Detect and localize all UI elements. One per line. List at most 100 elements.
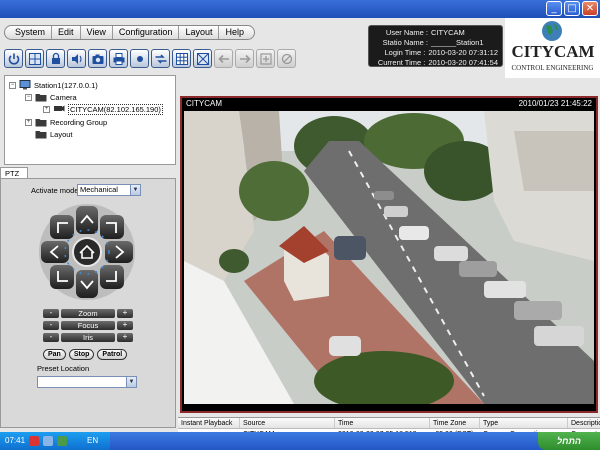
video-header: CITYCAM 2010/01/23 21:45:22 <box>182 98 596 110</box>
iris-minus-button[interactable]: - <box>43 332 59 342</box>
menu-view[interactable]: View <box>81 26 113 39</box>
pan-up-button[interactable] <box>76 206 98 234</box>
close-button[interactable]: ✕ <box>582 1 598 16</box>
speaker-icon <box>71 53 82 64</box>
back-button[interactable] <box>214 49 233 68</box>
iris-label: Iris <box>61 332 115 342</box>
minimize-button[interactable]: _ <box>546 1 562 16</box>
column-time[interactable]: Time <box>335 418 430 428</box>
preset-location-select[interactable]: ▼ <box>37 376 137 388</box>
menu-system[interactable]: System <box>9 26 53 39</box>
collapse-toggle-icon[interactable]: − <box>9 81 16 89</box>
forward-arrow-icon <box>239 54 251 63</box>
video-timestamp: 2010/01/23 21:45:22 <box>518 99 592 108</box>
tree-camera-group[interactable]: − Camera <box>25 91 77 103</box>
ptz-direction-pad <box>38 203 136 301</box>
forward-button[interactable] <box>235 49 254 68</box>
camera-icon <box>92 54 103 64</box>
column-description[interactable]: Description <box>568 418 600 428</box>
ptz-mode-buttons: Pan Stop Patrol <box>43 349 128 360</box>
iris-plus-button[interactable]: + <box>117 332 133 342</box>
back-arrow-icon <box>217 54 229 63</box>
export-button[interactable] <box>256 49 275 68</box>
stop-all-button[interactable] <box>277 49 296 68</box>
tree-camera-item[interactable]: + CITYCAM(82.102.165.190) <box>43 103 163 115</box>
window-title-bar: _ □ ✕ <box>0 0 600 18</box>
device-tree: − Station1(127.0.0.1) − Camera + CITYCAM… <box>4 75 176 165</box>
print-button[interactable] <box>109 49 128 68</box>
column-time-zone[interactable]: Time Zone <box>430 418 480 428</box>
folder-icon <box>35 119 47 127</box>
disabled-export-icon <box>259 52 272 65</box>
column-instant-playback[interactable]: Instant Playback <box>178 418 240 428</box>
grid-view-button[interactable] <box>25 49 44 68</box>
activate-mode-select[interactable]: Mechanical ▼ <box>77 184 141 196</box>
login-time-label: Login Time : <box>384 48 426 57</box>
maximize-button[interactable]: □ <box>564 1 580 16</box>
pan-down-button[interactable] <box>76 270 98 298</box>
lock-button[interactable] <box>46 49 65 68</box>
expand-toggle-icon[interactable]: + <box>43 105 50 113</box>
column-source[interactable]: Source <box>240 418 335 428</box>
camera-feed-image <box>184 111 594 404</box>
zoom-minus-button[interactable]: - <box>43 308 59 318</box>
pan-left-button[interactable] <box>41 241 69 263</box>
login-time-row: Login Time :2010-03-20 07:31:12 <box>373 48 498 58</box>
focus-label: Focus <box>61 320 115 330</box>
clock[interactable]: 07:41 <box>5 432 25 450</box>
start-button[interactable]: התחל <box>538 432 600 450</box>
patrol-button[interactable]: Patrol <box>97 349 128 360</box>
station-name-value: ______Station1 <box>431 38 484 47</box>
zoom-label: Zoom <box>61 308 115 318</box>
menu-bar: System Edit View Configuration Layout He… <box>4 25 255 40</box>
pan-up-right-button[interactable] <box>100 215 124 239</box>
menu-configuration[interactable]: Configuration <box>113 26 180 39</box>
pan-down-right-button[interactable] <box>100 265 124 289</box>
home-button[interactable] <box>72 237 102 267</box>
chevron-down-icon[interactable]: ▼ <box>126 377 136 387</box>
user-name-label: User Name : <box>385 28 428 37</box>
pan-down-left-button[interactable] <box>50 265 74 289</box>
menu-help[interactable]: Help <box>219 26 250 39</box>
fullscreen-icon <box>196 52 209 65</box>
menu-layout[interactable]: Layout <box>179 26 220 39</box>
logo-subtitle: CONTROL ENGINEERING <box>511 64 594 72</box>
video-viewport[interactable]: CITYCAM 2010/01/23 21:45:22 <box>180 96 598 413</box>
antivirus-tray-icon[interactable] <box>29 436 40 446</box>
layout-grid-icon <box>175 52 188 65</box>
focus-control: - Focus + <box>43 320 133 330</box>
cctv-camera-icon <box>54 105 65 112</box>
record-icon <box>136 55 143 62</box>
tree-station-node[interactable]: − Station1(127.0.0.1) <box>9 79 98 91</box>
menu-edit[interactable]: Edit <box>52 26 81 39</box>
current-time-label: Current Time : <box>377 58 426 67</box>
stop-button[interactable]: Stop <box>68 349 95 360</box>
column-type[interactable]: Type <box>480 418 568 428</box>
preset-location-label: Preset Location <box>37 364 90 373</box>
globe-icon <box>542 21 562 41</box>
record-button[interactable] <box>130 49 149 68</box>
focus-plus-button[interactable]: + <box>117 320 133 330</box>
swap-icon <box>155 53 166 64</box>
disabled-stop-icon <box>281 53 292 64</box>
iris-control: - Iris + <box>43 332 133 342</box>
citycam-logo: CITYCAM CONTROL ENGINEERING <box>505 18 600 78</box>
fullscreen-button[interactable] <box>193 49 212 68</box>
expand-toggle-icon[interactable]: + <box>25 118 32 126</box>
pan-up-left-button[interactable] <box>50 215 74 239</box>
audio-button[interactable] <box>67 49 86 68</box>
tree-layout-item[interactable]: Layout <box>35 128 73 140</box>
network-tray-icon[interactable] <box>43 436 54 446</box>
status-tray-icon[interactable] <box>57 436 68 446</box>
chevron-down-icon[interactable]: ▼ <box>130 185 140 195</box>
power-button[interactable] <box>4 49 23 68</box>
snapshot-button[interactable] <box>88 49 107 68</box>
collapse-toggle-icon[interactable]: − <box>25 93 32 101</box>
focus-minus-button[interactable]: - <box>43 320 59 330</box>
pan-button[interactable]: Pan <box>43 349 66 360</box>
language-indicator[interactable]: EN <box>87 432 98 450</box>
zoom-plus-button[interactable]: + <box>117 308 133 318</box>
tree-recording-group[interactable]: + Recording Group <box>25 116 107 128</box>
layout-grid-button[interactable] <box>172 49 191 68</box>
swap-button[interactable] <box>151 49 170 68</box>
